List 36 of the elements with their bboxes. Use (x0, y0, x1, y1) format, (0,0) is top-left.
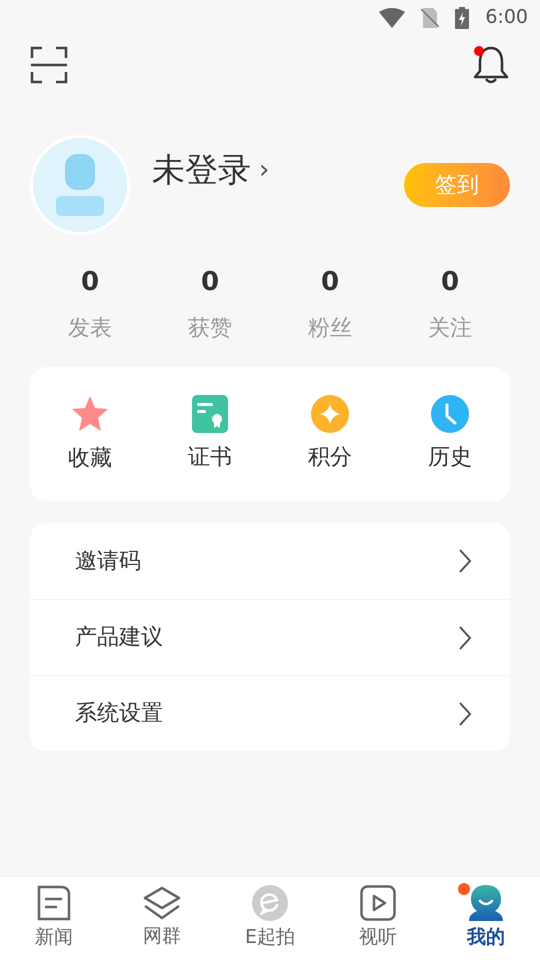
stat-value: 0 (200, 266, 220, 299)
chevron-icon (458, 700, 472, 726)
chevron-icon (458, 624, 472, 650)
layers-icon (143, 886, 181, 920)
nav-tab[interactable]: 视听 (324, 877, 432, 960)
wifi-icon (379, 8, 406, 28)
clock-icon (431, 394, 469, 432)
login-prompt[interactable]: 未登录 (152, 145, 251, 195)
shortcut-item[interactable]: 积分 (270, 367, 390, 501)
shortcut-item[interactable]: 历史 (390, 367, 510, 501)
star-icon (70, 394, 110, 434)
stat-value: 0 (440, 266, 460, 299)
stat-value: 0 (320, 266, 340, 299)
scan-button[interactable] (30, 46, 68, 84)
shortcut-item[interactable]: 收藏 (30, 367, 150, 501)
shortcut-item[interactable]: 证书 (150, 367, 270, 501)
no-sim-icon (421, 8, 440, 28)
user-icon (469, 885, 503, 922)
nav-tab[interactable]: E起拍 (216, 877, 324, 960)
battery-icon (455, 6, 470, 28)
chevron-icon: › (259, 150, 270, 190)
certificate-icon (192, 394, 228, 432)
play-icon (360, 885, 396, 922)
document-icon (37, 885, 71, 922)
menu-item[interactable]: 产品建议 (30, 599, 510, 675)
menu-item[interactable]: 系统设置 (30, 675, 510, 751)
stat-value: 0 (80, 266, 100, 299)
menu-item[interactable]: 邀请码 (30, 523, 510, 599)
nav-tab[interactable]: 新闻 (0, 877, 108, 960)
chevron-icon (458, 548, 472, 574)
notification-button[interactable] (472, 45, 510, 85)
nav-tab[interactable]: 网群 (108, 877, 216, 960)
status-time: 6:00 (485, 5, 528, 30)
coin-icon (311, 394, 349, 432)
nav-tab[interactable]: 我的 (432, 877, 540, 960)
chat-icon (252, 885, 288, 922)
